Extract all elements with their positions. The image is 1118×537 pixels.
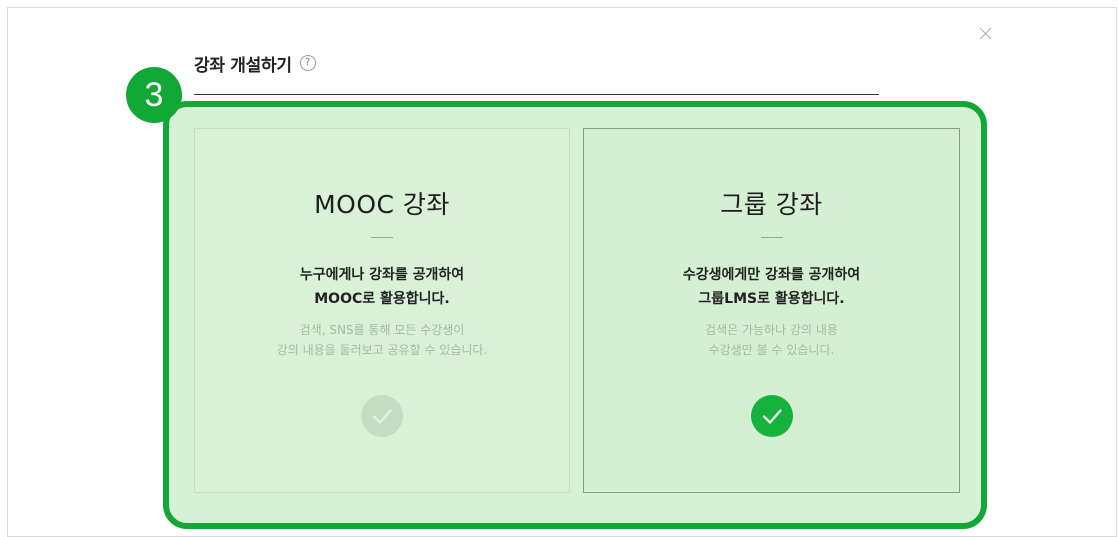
option-description-line: 검색은 가능하나 강의 내용 [705,323,838,337]
option-description: 검색은 가능하나 강의 내용 수강생만 볼 수 있습니다. [584,320,959,360]
option-description: 검색, SNS를 통해 모든 수강생이 강의 내용을 둘러보고 공유할 수 있습… [195,320,569,360]
option-description-line: 검색, SNS를 통해 모든 수강생이 [299,323,465,337]
option-mooc-course[interactable]: MOOC 강좌 누구에게나 강좌를 공개하여 MOOC로 활용합니다. 검색, … [194,128,570,493]
option-description-line: 강의 내용을 둘러보고 공유할 수 있습니다. [276,343,488,357]
option-divider [371,237,393,238]
option-description-line: 수강생만 볼 수 있습니다. [708,343,835,357]
dialog-title: 강좌 개설하기 [194,55,292,76]
step-number-badge: 3 [126,67,182,123]
help-icon[interactable]: ? [299,55,316,71]
option-headline-line: 수강생에게만 강좌를 공개하여 [682,267,861,283]
close-icon[interactable] [976,24,996,44]
dialog-header: 강좌 개설하기 ? [194,50,316,76]
option-headline-line: 누구에게나 강좌를 공개하여 [299,267,465,283]
option-divider [760,237,783,238]
option-headline-line: 그룹LMS로 활용합니다. [698,291,845,307]
check-icon[interactable] [361,395,403,437]
option-headline-line: MOOC로 활용합니다. [314,291,450,307]
option-title: MOOC 강좌 [314,190,450,219]
close-button[interactable] [976,24,996,44]
option-group-course[interactable]: 그룹 강좌 수강생에게만 강좌를 공개하여 그룹LMS로 활용합니다. 검색은 … [583,128,960,493]
option-headline: 수강생에게만 강좌를 공개하여 그룹LMS로 활용합니다. [584,263,959,311]
option-title: 그룹 강좌 [720,190,823,219]
title-divider [194,94,879,95]
screen: 강좌 개설하기 ? 3 MOOC 강좌 누구에게나 강좌를 공개하여 MOOC로… [0,0,1118,537]
option-headline: 누구에게나 강좌를 공개하여 MOOC로 활용합니다. [195,263,569,311]
check-icon[interactable] [750,395,793,437]
